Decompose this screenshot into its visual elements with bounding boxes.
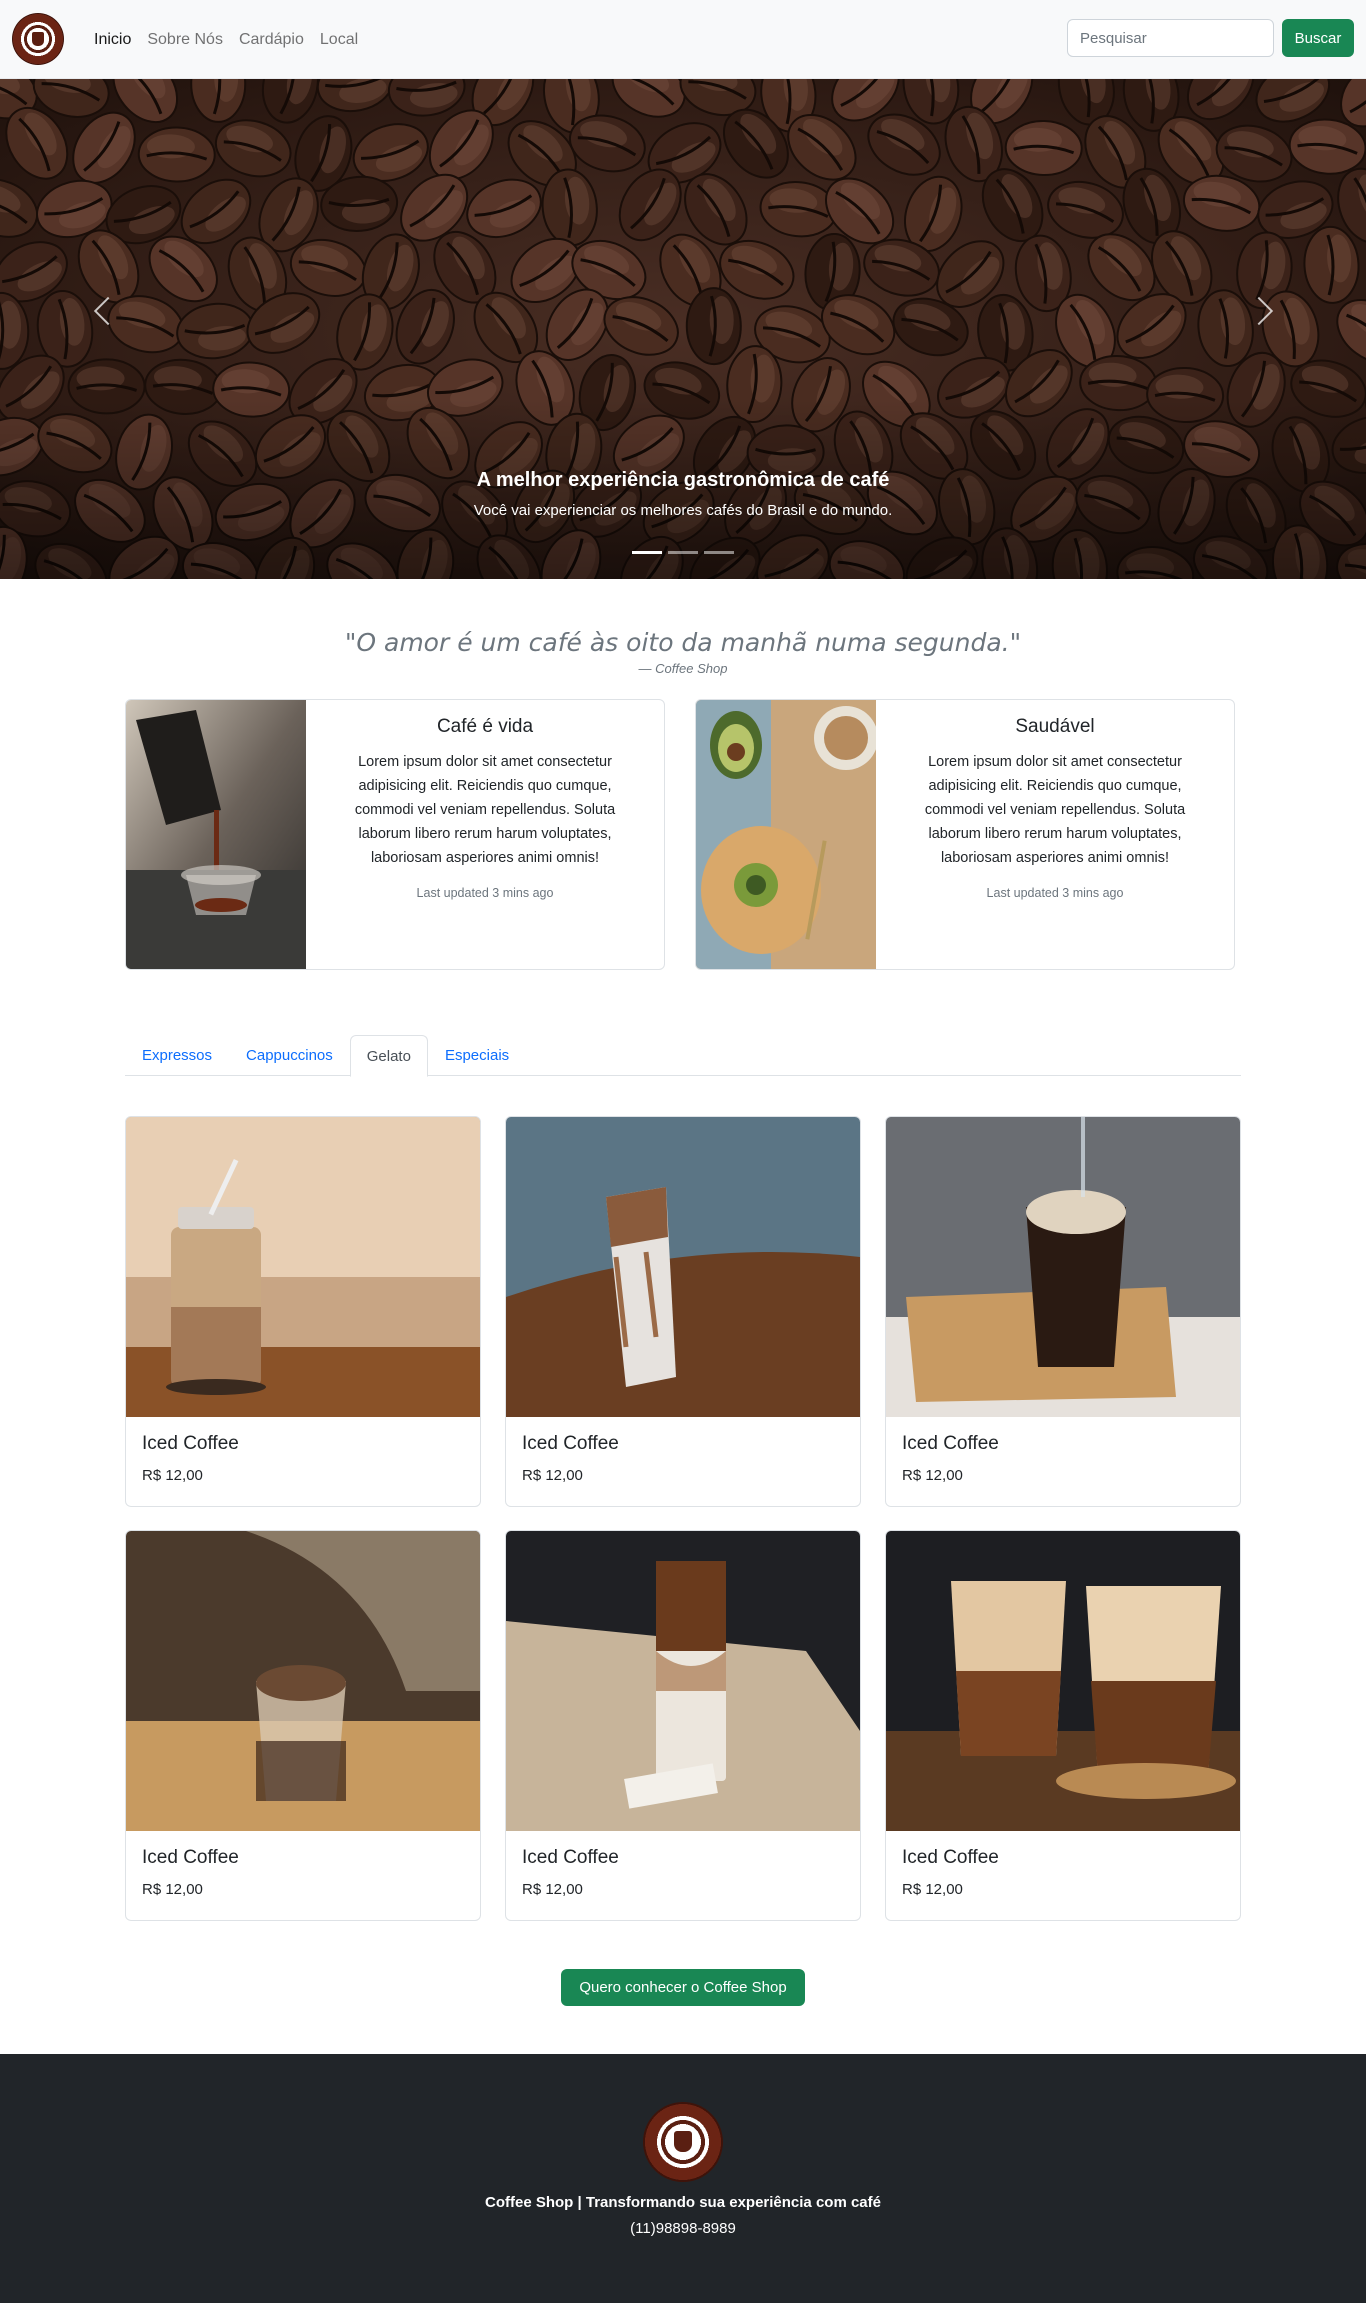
- product-price: R$ 12,00: [902, 1467, 963, 1484]
- footer: Coffee Shop | Transformando sua experiên…: [0, 2054, 1366, 2303]
- navbar: Inicio Sobre Nós Cardápio Local Buscar: [0, 0, 1366, 79]
- nav-link-local[interactable]: Local: [312, 31, 366, 49]
- feature-updated: Last updated 3 mins ago: [986, 886, 1124, 900]
- nav-link-sobre-nos[interactable]: Sobre Nós: [139, 31, 231, 49]
- product-name: Iced Coffee: [522, 1847, 619, 1868]
- carousel-title: A melhor experiência gastronômica de caf…: [476, 469, 890, 491]
- feature-card-body: Saudável Lorem ipsum dolor sit amet cons…: [876, 700, 1234, 969]
- tab-gelato[interactable]: Gelato: [349, 1035, 428, 1077]
- product-price: R$ 12,00: [522, 1467, 583, 1484]
- carousel-indicator[interactable]: [704, 551, 734, 554]
- menu-tabs: Expressos Cappuccinos Gelato Especiais: [125, 1035, 1241, 1077]
- product-card[interactable]: Iced Coffee R$ 12,00: [505, 1530, 861, 1921]
- product-card[interactable]: Iced Coffee R$ 12,00: [885, 1530, 1241, 1921]
- product-price: R$ 12,00: [142, 1881, 203, 1898]
- search-button[interactable]: Buscar: [1282, 19, 1354, 57]
- product-price: R$ 12,00: [902, 1881, 963, 1898]
- iced-latte-tall-image: [506, 1531, 860, 1831]
- cta-button[interactable]: Quero conhecer o Coffee Shop: [561, 1969, 805, 2006]
- feature-card-saudavel: Saudável Lorem ipsum dolor sit amet cons…: [695, 699, 1235, 970]
- carousel-indicators: [632, 551, 734, 554]
- product-card[interactable]: Iced Coffee R$ 12,00: [505, 1116, 861, 1507]
- feature-card-cafe-e-vida: Café é vida Lorem ipsum dolor sit amet c…: [125, 699, 665, 970]
- product-card[interactable]: Iced Coffee R$ 12,00: [125, 1116, 481, 1507]
- mocha-glass-image: [126, 1531, 480, 1831]
- search-input[interactable]: [1067, 19, 1274, 57]
- iced-coffee-jar-image: [126, 1117, 480, 1417]
- feature-title: Café é vida: [436, 716, 534, 737]
- product-name: Iced Coffee: [142, 1433, 239, 1454]
- product-price: R$ 12,00: [142, 1467, 203, 1484]
- nav-link-inicio[interactable]: Inicio: [86, 31, 139, 49]
- product-card[interactable]: Iced Coffee R$ 12,00: [885, 1116, 1241, 1507]
- footer-tagline: Coffee Shop | Transformando sua experiên…: [485, 2194, 881, 2211]
- tab-especiais[interactable]: Especiais: [428, 1035, 526, 1076]
- cup-icon: [32, 32, 44, 46]
- carousel-prev-icon[interactable]: [82, 291, 122, 331]
- carousel-subtitle: Você vai experienciar os melhores cafés …: [473, 502, 893, 519]
- coffee-pour-image: [126, 700, 306, 969]
- quote-block: "O amor é um café às oito da manhã numa …: [0, 628, 1366, 676]
- hero-carousel: A melhor experiência gastronômica de caf…: [0, 79, 1366, 579]
- feature-title: Saudável: [1015, 716, 1095, 737]
- iced-americano-image: [886, 1117, 1240, 1417]
- feature-text: Lorem ipsum dolor sit amet consectetur a…: [354, 754, 616, 866]
- quote-text: "O amor é um café às oito da manhã numa …: [344, 628, 1022, 657]
- tab-cappuccinos[interactable]: Cappuccinos: [229, 1035, 350, 1076]
- tab-expressos[interactable]: Expressos: [125, 1035, 229, 1076]
- feature-card-body: Café é vida Lorem ipsum dolor sit amet c…: [306, 700, 664, 969]
- carousel-next-icon[interactable]: [1243, 291, 1283, 331]
- nav-link-cardapio[interactable]: Cardápio: [231, 31, 312, 49]
- carousel-indicator[interactable]: [632, 551, 662, 554]
- quote-author: — Coffee Shop: [638, 661, 728, 676]
- footer-phone: (11)98898-8989: [630, 2220, 736, 2237]
- iced-latte-glass-image: [506, 1117, 860, 1417]
- product-name: Iced Coffee: [522, 1433, 619, 1454]
- two-iced-coffees-image: [886, 1531, 1240, 1831]
- feature-updated: Last updated 3 mins ago: [416, 886, 554, 900]
- product-name: Iced Coffee: [902, 1433, 999, 1454]
- healthy-food-image: [696, 700, 876, 969]
- carousel-caption: A melhor experiência gastronômica de caf…: [0, 469, 1366, 519]
- product-name: Iced Coffee: [142, 1847, 239, 1868]
- product-card[interactable]: Iced Coffee R$ 12,00: [125, 1530, 481, 1921]
- carousel-indicator[interactable]: [668, 551, 698, 554]
- product-name: Iced Coffee: [902, 1847, 999, 1868]
- feature-text: Lorem ipsum dolor sit amet consectetur a…: [924, 754, 1186, 866]
- nav-links: Inicio Sobre Nós Cardápio Local: [86, 0, 366, 79]
- product-price: R$ 12,00: [522, 1881, 583, 1898]
- footer-logo: [643, 2102, 723, 2182]
- cup-icon: [674, 2131, 692, 2152]
- coffee-shop-logo[interactable]: [12, 13, 64, 65]
